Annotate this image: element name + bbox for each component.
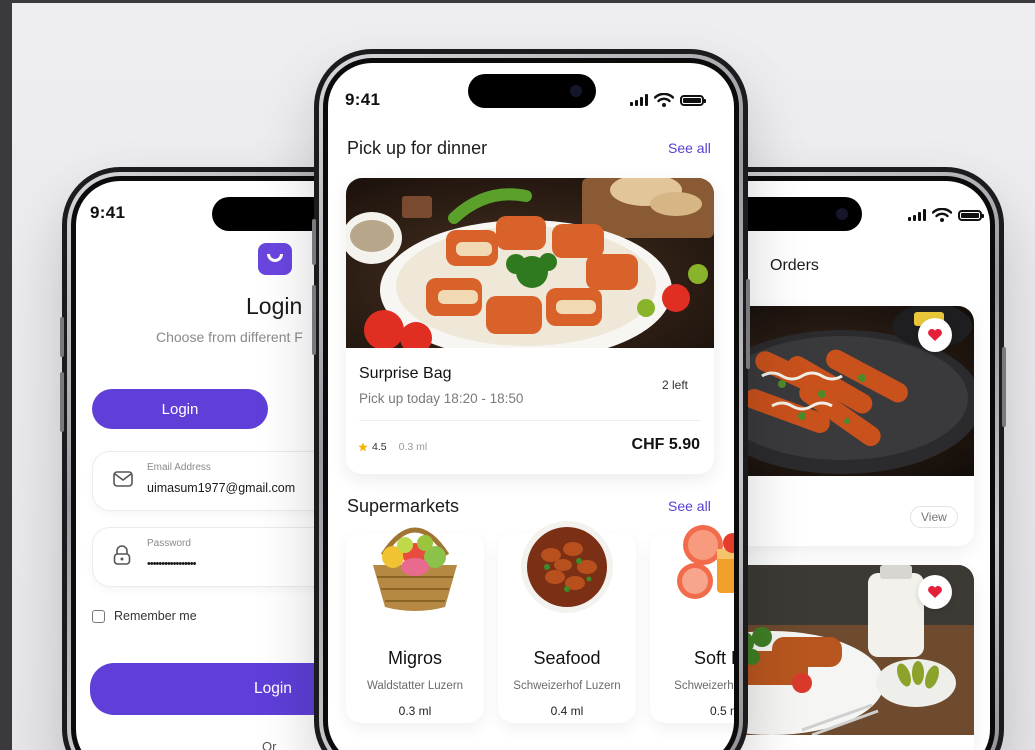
status-time: 9:41 (345, 90, 381, 109)
phone-side-button (312, 285, 316, 355)
page-title: Login (246, 293, 303, 319)
market-distance: 0.3 ml (398, 704, 432, 718)
page-title: Orders (770, 257, 819, 274)
market-location: Waldstatter Luzern (366, 680, 464, 692)
market-location: Schweizerho (674, 680, 734, 692)
favorite-button[interactable] (918, 318, 952, 352)
view-order-button[interactable]: View (910, 506, 958, 528)
rating-value: 4.5 (372, 441, 387, 453)
seafood-bowl-image (521, 521, 613, 613)
email-label: Email Address (147, 462, 211, 473)
markets-see-all-link[interactable]: See all (668, 498, 711, 514)
market-name: Soft D (693, 648, 734, 668)
markets-section-title: Supermarkets (347, 496, 460, 516)
offer-pickup-time: Pick up today 18:20 - 18:50 (359, 391, 524, 406)
phone-side-button (1002, 347, 1006, 427)
app-logo-icon (258, 243, 292, 275)
remember-me-checkbox[interactable] (92, 610, 105, 623)
password-value: ••••••••••••••••• (147, 558, 196, 570)
phone-side-button (60, 317, 64, 357)
offer-rating: 4.5 0.3 ml (358, 441, 427, 453)
page-subtitle: Choose from different F (156, 329, 303, 345)
market-location: Schweizerhof Luzern (513, 680, 621, 692)
offer-name: Surprise Bag (359, 365, 452, 382)
surprise-bag-card[interactable]: Surprise Bag Pick up today 18:20 - 18:50… (346, 178, 714, 474)
mail-icon (113, 471, 133, 492)
dynamic-island (732, 197, 862, 231)
battery-icon (958, 209, 984, 221)
battery-icon (680, 94, 706, 106)
remember-me-label: Remember me (114, 609, 197, 623)
pickup-see-all-link[interactable]: See all (668, 140, 711, 156)
password-label: Password (147, 538, 191, 549)
offer-food-image (346, 178, 714, 348)
market-name: Seafood (533, 648, 601, 668)
market-card-seafood[interactable]: Seafood Schweizerhof Luzern 0.4 ml (498, 521, 636, 723)
offer-price: CHF 5.90 (631, 436, 700, 453)
showcase-background: 9:41 Login Choose from different F Login… (12, 3, 1035, 750)
market-card-soft-drinks[interactable]: Soft D Schweizerho 0.5 m (650, 525, 734, 723)
pickup-section-title: Pick up for dinner (347, 138, 488, 158)
soft-drink-image (677, 525, 734, 599)
phone-side-button (746, 279, 750, 369)
email-value: uimasum1977@gmail.com (147, 481, 296, 495)
phone-center: 9:41 Pick up for dinner See all Surprise… (312, 49, 750, 750)
market-distance: 0.4 ml (550, 704, 584, 718)
market-card-migros[interactable]: Migros Waldstatter Luzern 0.3 ml (346, 527, 484, 723)
market-distance: 0.5 m (709, 704, 734, 718)
lock-icon (113, 544, 131, 571)
wifi-icon (932, 208, 952, 222)
phone-side-button (60, 372, 64, 432)
login-tab-button[interactable]: Login (92, 389, 268, 429)
heart-icon (928, 586, 942, 598)
favorite-button[interactable] (918, 575, 952, 609)
phone-side-button (312, 219, 316, 265)
offer-divider (359, 420, 701, 421)
star-icon (358, 442, 368, 452)
offer-stock-left: 2 left (661, 378, 688, 392)
status-icons (908, 208, 984, 222)
market-name: Migros (387, 648, 442, 668)
signal-icon (908, 209, 926, 221)
status-time: 9:41 (90, 203, 126, 222)
status-icons (630, 93, 706, 107)
heart-icon (928, 329, 942, 341)
fruit-basket-image (373, 527, 457, 611)
dynamic-island (468, 74, 596, 108)
home-screen: 9:41 Pick up for dinner See all Surprise… (328, 63, 734, 750)
wifi-icon (654, 93, 674, 107)
signal-icon (630, 94, 648, 106)
or-divider-text: Or (262, 739, 277, 750)
offer-distance: 0.3 ml (398, 441, 428, 453)
